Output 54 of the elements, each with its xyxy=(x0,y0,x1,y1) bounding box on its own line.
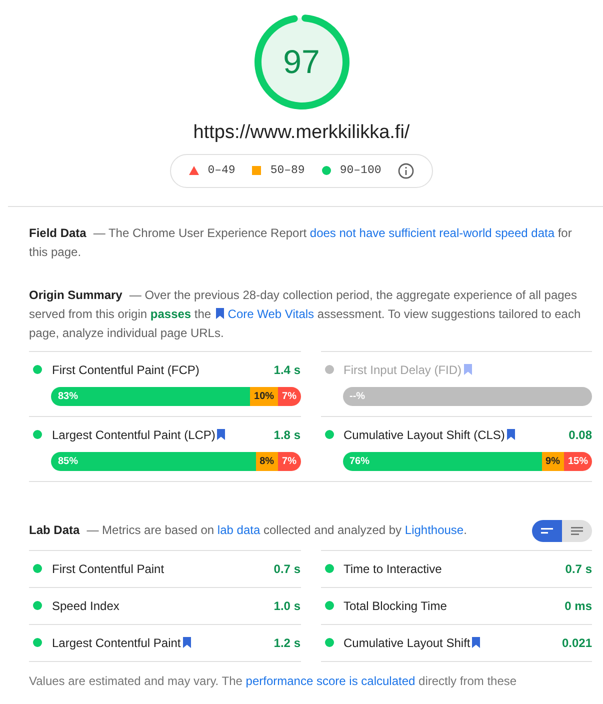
link[interactable]: Core Web Vitals xyxy=(214,306,314,320)
legend-label: 0–49 xyxy=(208,162,236,179)
metric-value: 0.08 xyxy=(568,426,592,444)
distribution-segment: 15% xyxy=(564,452,592,470)
section-description: Lab Data — Metrics are based on lab data collected and analyzed by Lighthouse. xyxy=(29,522,468,539)
bookmark-icon xyxy=(182,637,191,648)
section-description: Field Data — The Chrome User Experience Report does not have sufficient real-world speed data for this page. xyxy=(29,224,573,260)
metric-value: 1.0 s xyxy=(274,598,300,614)
metric-value: 1.2 s xyxy=(274,634,300,652)
bookmark-icon xyxy=(464,364,472,375)
metric-value: 0 ms xyxy=(564,598,592,614)
link[interactable]: Lighthouse xyxy=(404,523,464,537)
metric-name: Largest Contentful Paint xyxy=(52,634,181,652)
metric-value: 0.7 s xyxy=(274,560,300,578)
metric-name: Largest Contentful Paint (LCP) xyxy=(52,426,216,444)
page-url: https://www.merkkilikka.fi/ xyxy=(193,121,410,145)
distribution-segment: 85% xyxy=(51,452,256,470)
detail-view-button[interactable] xyxy=(562,520,592,542)
legend-label: 50–89 xyxy=(270,162,305,179)
distribution-segment: 8% xyxy=(256,452,278,470)
metric-name: Cumulative Layout Shift xyxy=(344,634,470,652)
metric-value: 0.7 s xyxy=(565,560,592,578)
bookmark-icon xyxy=(217,429,226,440)
distribution-segment: 83% xyxy=(51,386,250,406)
bookmark-icon xyxy=(472,637,480,648)
info-icon[interactable] xyxy=(398,162,414,178)
metric-name: Total Blocking Time xyxy=(344,598,447,614)
short-lines-icon xyxy=(540,526,554,536)
score-value: 97 xyxy=(283,44,320,80)
distribution-segment: 10% xyxy=(250,386,278,406)
distribution-segment: 76% xyxy=(342,452,542,470)
metric-name: First Contentful Paint (FCP) xyxy=(52,362,200,378)
section-description: Origin Summary — Over the previous 28-day collection period, the aggregate experience of all pages served from this origin passes the Core Web Vitals assessment. To view suggestions tailored to each page, analyze individual page URLs. xyxy=(29,286,582,342)
summary-view-button[interactable] xyxy=(532,520,562,542)
distribution-segment: --% xyxy=(342,386,592,406)
bookmark-icon xyxy=(216,308,224,318)
metric-name: Cumulative Layout Shift (CLS) xyxy=(344,426,505,444)
metric-name: First Input Delay (FID) xyxy=(344,362,462,378)
link[interactable]: lab data xyxy=(217,523,260,537)
footer-note: Values are estimated and may vary. The performance score is calculated directly from these xyxy=(29,672,518,690)
metric-value: 0.021 xyxy=(562,634,592,652)
metric-value: 1.4 s xyxy=(274,362,300,378)
legend-label: 90–100 xyxy=(340,162,382,179)
distribution-segment: 7% xyxy=(278,452,300,470)
metric-value: 1.8 s xyxy=(274,426,300,444)
lines-icon xyxy=(570,526,584,536)
metric-name: First Contentful Paint xyxy=(52,560,164,578)
distribution-segment: 7% xyxy=(278,386,300,406)
metric-name: Speed Index xyxy=(52,598,120,614)
bookmark-icon xyxy=(506,429,515,440)
metric-name: Time to Interactive xyxy=(344,560,442,578)
link[interactable]: does not have sufficient real-world speed data xyxy=(310,226,555,240)
link[interactable]: performance score is calculated xyxy=(246,674,416,688)
distribution-segment: 9% xyxy=(542,452,564,470)
